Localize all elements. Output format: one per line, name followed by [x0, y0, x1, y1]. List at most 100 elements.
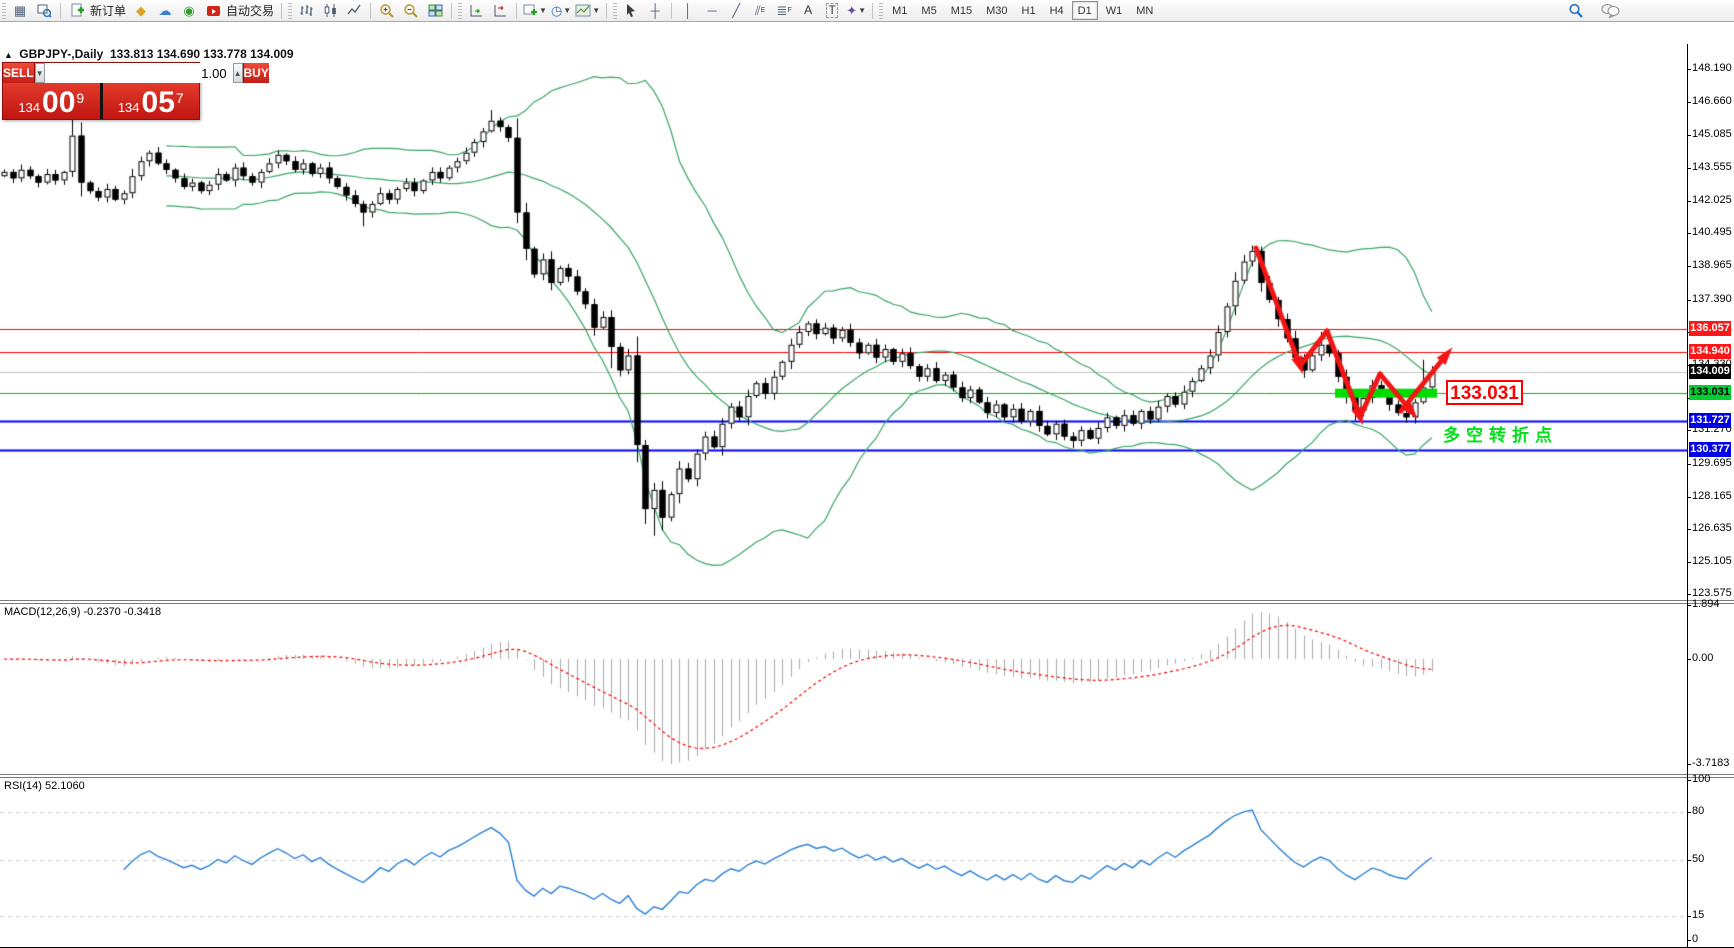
add-indicator-icon[interactable]: ▼	[521, 1, 549, 20]
axis-tick-mark	[1687, 69, 1691, 70]
rsi-tick-label: 80	[1692, 805, 1704, 817]
line-chart-icon[interactable]	[342, 1, 366, 20]
search-icon[interactable]	[1564, 1, 1588, 20]
buy-price-tile[interactable]: 134 05 7	[103, 83, 200, 119]
buy-price-prefix: 134	[118, 99, 140, 117]
axis-tick-mark	[1687, 266, 1691, 267]
period-clock-icon[interactable]: ◷▼	[549, 1, 573, 20]
timeframe-group: M1M5M15M30H1H4D1W1MN	[885, 1, 1160, 20]
timeframe-button-mn[interactable]: MN	[1130, 1, 1159, 20]
tile-windows-icon[interactable]	[423, 1, 447, 20]
sell-price-pip: 9	[76, 83, 84, 113]
autotrade-icon[interactable]	[201, 1, 225, 20]
axis-tick-mark	[1687, 497, 1691, 498]
timeframe-button-h1[interactable]: H1	[1016, 1, 1042, 20]
zoom-in-icon[interactable]	[375, 1, 399, 20]
timeframe-button-m1[interactable]: M1	[886, 1, 913, 20]
timeframe-button-w1[interactable]: W1	[1100, 1, 1129, 20]
sell-button[interactable]: SELL	[3, 63, 35, 83]
collapse-arrow-icon[interactable]: ▲	[4, 50, 13, 60]
zoom-out-icon[interactable]	[399, 1, 423, 20]
signals-icon[interactable]: ◉	[177, 1, 201, 20]
axis-tick-mark	[1687, 780, 1691, 781]
price-tick-label: 143.555	[1692, 161, 1732, 173]
toolbar-grip[interactable]	[2, 3, 6, 19]
autoscroll-icon[interactable]	[464, 1, 488, 20]
macd-pane-canvas[interactable]	[0, 604, 1687, 773]
axis-tick-mark	[1687, 529, 1691, 530]
rsi-tick-label: 0	[1692, 933, 1698, 945]
macd-pane-title: MACD(12,26,9) -0.2370 -0.3418	[4, 606, 161, 618]
price-tick-label: 138.965	[1692, 259, 1732, 271]
gold-cube-icon[interactable]: ◆	[129, 1, 153, 20]
new-order-icon[interactable]	[65, 1, 89, 20]
profiles-icon[interactable]	[32, 1, 56, 20]
price-badge-130.377: 130.377	[1689, 442, 1731, 457]
turning-point-note[interactable]: 多空转折点	[1443, 421, 1558, 446]
buy-button[interactable]: BUY	[243, 63, 269, 83]
mt4-window: ▦ 新订单 ◆ ☁ ◉ 自动交易	[0, 0, 1734, 948]
axis-tick-mark	[1687, 464, 1691, 465]
macd-pane-separator-2[interactable]	[0, 603, 1734, 604]
bar-chart-icon[interactable]	[294, 1, 318, 20]
price-chart-canvas[interactable]	[0, 44, 1687, 600]
volume-input[interactable]	[45, 63, 233, 83]
price-badge-134.009: 134.009	[1689, 364, 1731, 379]
candlestick-chart-icon[interactable]	[318, 1, 342, 20]
rsi-pane-canvas[interactable]	[0, 778, 1687, 947]
autotrade-label[interactable]: 自动交易	[225, 2, 277, 19]
vline-tool-icon[interactable]: │	[676, 1, 700, 20]
macd-tick-label: -3.7183	[1692, 757, 1729, 769]
volume-increase-button[interactable]: ▲	[233, 63, 243, 83]
timeframe-button-m15[interactable]: M15	[945, 1, 978, 20]
axis-tick-mark	[1687, 430, 1691, 431]
timeframe-button-h4[interactable]: H4	[1044, 1, 1070, 20]
price-badge-134.940: 134.940	[1689, 344, 1731, 359]
price-badge-131.727: 131.727	[1689, 413, 1731, 428]
axis-tick-mark	[1687, 594, 1691, 595]
crosshair-icon[interactable]: ┼	[643, 1, 667, 20]
axis-tick-mark	[1687, 764, 1691, 765]
axis-tick-mark	[1687, 940, 1691, 941]
rsi-tick-label: 50	[1692, 853, 1704, 865]
macd-pane-separator[interactable]	[0, 600, 1734, 601]
price-tick-label: 137.390	[1692, 293, 1732, 305]
support-price-label[interactable]: 133.031	[1446, 380, 1523, 405]
price-tick-label: 128.165	[1692, 490, 1732, 502]
sell-price-tile[interactable]: 134 00 9	[3, 83, 100, 119]
cursor-icon[interactable]	[619, 1, 643, 20]
template-icon[interactable]: ▼	[573, 1, 602, 20]
chat-icon[interactable]	[1598, 1, 1622, 20]
trendline-tool-icon[interactable]: ╱	[724, 1, 748, 20]
axis-tick-mark	[1687, 201, 1691, 202]
axis-tick-mark	[1687, 135, 1691, 136]
timeframe-button-m30[interactable]: M30	[980, 1, 1013, 20]
axis-tick-mark	[1687, 233, 1691, 234]
new-chart-icon[interactable]: ▦	[8, 1, 32, 20]
community-icon[interactable]: ☁	[153, 1, 177, 20]
rsi-pane-separator[interactable]	[0, 774, 1734, 775]
timeframe-button-d1[interactable]: D1	[1072, 1, 1098, 20]
macd-tick-label: 1.894	[1692, 598, 1720, 610]
hline-tool-icon[interactable]: ─	[700, 1, 724, 20]
timeframe-button-m5[interactable]: M5	[915, 1, 942, 20]
sell-price-main: 00	[42, 89, 75, 117]
rsi-tick-label: 15	[1692, 909, 1704, 921]
new-order-label[interactable]: 新订单	[89, 2, 129, 19]
price-tick-label: 148.190	[1692, 62, 1732, 74]
rsi-pane-separator-2[interactable]	[0, 777, 1734, 778]
arrows-tool-icon[interactable]: ✦▼	[844, 1, 868, 20]
symbol-ohlc: 133.813 134.690 133.778 134.009	[110, 47, 294, 61]
chart-shift-icon[interactable]	[488, 1, 512, 20]
main-toolbar: ▦ 新订单 ◆ ☁ ◉ 自动交易	[0, 0, 1734, 22]
axis-tick-mark	[1687, 916, 1691, 917]
fibonacci-tool-icon[interactable]: ≣F	[772, 1, 796, 20]
label-tool-icon[interactable]: T	[820, 1, 844, 20]
one-click-trading-panel: SELL ▼ ▲ BUY 134 00 9 134 05 7	[2, 62, 200, 120]
text-tool-icon[interactable]: A	[796, 1, 820, 20]
channel-tool-icon[interactable]: ⫽E	[748, 1, 772, 20]
volume-decrease-button[interactable]: ▼	[35, 63, 45, 83]
sell-price-prefix: 134	[18, 99, 40, 117]
symbol-name: GBPJPY-,Daily	[19, 47, 103, 61]
rsi-tick-label: 100	[1692, 773, 1710, 785]
